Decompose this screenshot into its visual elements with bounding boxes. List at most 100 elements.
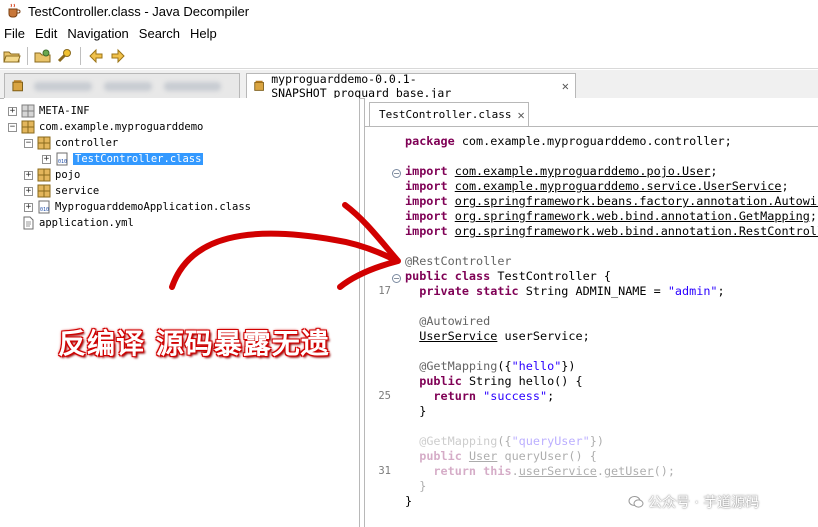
package-name: com.example.myproguarddemo.controller; — [461, 134, 732, 148]
tree-label: META-INF — [39, 105, 90, 117]
import-link[interactable]: org.springframework.web.bind.annotation.… — [455, 224, 818, 238]
method-link[interactable]: getUser — [604, 464, 654, 478]
string-literal: "hello" — [511, 359, 562, 373]
package-tree: + META-INF − com.example.myproguarddemo … — [4, 98, 360, 527]
toolbar-separator — [80, 47, 81, 65]
keyword: private static — [419, 284, 519, 298]
code-line-annotation: @GetMapping({"hello"}) — [405, 359, 576, 374]
annotation: @GetMapping — [419, 359, 498, 373]
overlay-caption: 反编译 源码暴露无遗 — [58, 327, 330, 360]
tree-label: pojo — [55, 169, 81, 181]
expand-toggle[interactable]: + — [8, 106, 17, 116]
menu-help[interactable]: Help — [186, 26, 223, 41]
file-icon — [23, 216, 34, 230]
semicolon: ; — [710, 164, 718, 178]
line-number: 31 — [378, 465, 391, 477]
forward-button[interactable] — [108, 46, 128, 66]
string-literal: "queryUser" — [511, 434, 590, 448]
import-link[interactable]: com.example.myproguarddemo.service.UserS… — [455, 179, 782, 193]
redacted-tab-label — [103, 81, 152, 91]
punctuation: }) — [589, 434, 604, 448]
menu-edit[interactable]: Edit — [31, 26, 63, 41]
code-line-field: private static String ADMIN_NAME = "admi… — [419, 284, 725, 298]
code-line-method-decl: public User queryUser() { — [405, 449, 597, 464]
class-file-icon: 010 — [38, 200, 50, 214]
code-view[interactable]: package com.example.myproguarddemo.contr… — [402, 127, 818, 527]
method-decl: queryUser() { — [497, 449, 597, 463]
expand-toggle[interactable]: + — [24, 202, 33, 212]
code-line-annotation: @Autowired — [405, 314, 490, 329]
search-button[interactable] — [55, 46, 75, 66]
toolbar-separator — [27, 47, 28, 65]
tree-label: controller — [55, 137, 119, 149]
code-line-annotation: @RestController — [405, 254, 512, 268]
tree-node-yml[interactable]: application.yml — [21, 215, 134, 231]
open-type-button[interactable] — [33, 46, 53, 66]
keyword: return — [433, 389, 477, 403]
tree-node-controller[interactable]: − controller — [24, 135, 118, 151]
toolbar — [0, 44, 818, 69]
import-link[interactable]: org.springframework.beans.factory.annota… — [455, 194, 818, 208]
open-file-button[interactable] — [2, 46, 22, 66]
line-number-gutter: − − 17 25 31 — [365, 127, 402, 527]
tree-node-meta-inf[interactable]: + META-INF — [8, 103, 90, 119]
code-line-package: package com.example.myproguarddemo.contr… — [405, 134, 732, 149]
type-link[interactable]: UserService — [419, 329, 497, 343]
string-literal: "admin" — [667, 284, 718, 298]
tree-label: com.example.myproguarddemo — [39, 121, 204, 133]
expand-toggle[interactable]: + — [42, 154, 51, 164]
tree-label: service — [55, 185, 100, 197]
menu-search[interactable]: Search — [135, 26, 186, 41]
tree-node-test-controller[interactable]: + 010 TestController.class — [42, 151, 204, 167]
semicolon: ; — [809, 209, 817, 223]
expand-toggle[interactable]: + — [24, 170, 33, 180]
fold-toggle-icon[interactable]: − — [392, 169, 401, 178]
import-link[interactable]: org.springframework.web.bind.annotation.… — [455, 209, 810, 223]
code-line-import: import org.springframework.web.bind.anno… — [405, 209, 817, 224]
jar-tab-active[interactable]: myproguarddemo-0.0.1-SNAPSHOT_proguard_b… — [246, 72, 576, 100]
field-link[interactable]: userService — [519, 464, 597, 478]
punctuation: . — [596, 464, 604, 478]
arrow-right-icon — [111, 48, 125, 64]
close-tab-icon[interactable]: ✕ — [562, 79, 569, 93]
menu-navigation[interactable]: Navigation — [63, 26, 134, 41]
tree-label-selected: TestController.class — [73, 153, 204, 165]
code-line-class-decl: public class TestController { — [405, 269, 611, 284]
keyword: import — [405, 194, 448, 208]
keyword: public class — [405, 269, 491, 283]
keyword: return — [433, 464, 477, 478]
annotation: @GetMapping — [419, 434, 498, 448]
tree-node-pojo[interactable]: + pojo — [24, 167, 80, 183]
close-tab-icon[interactable]: ✕ — [517, 108, 524, 122]
class-file-icon: 010 — [56, 152, 68, 166]
keyword: public — [419, 374, 462, 388]
tree-node-package[interactable]: − com.example.myproguarddemo — [8, 119, 203, 135]
jar-tab-blurred[interactable] — [4, 73, 240, 98]
keyword: import — [405, 224, 448, 238]
folder-open-icon — [3, 51, 21, 63]
flashlight-search-icon — [57, 49, 71, 63]
semicolon: ; — [781, 179, 789, 193]
code-line-import: import org.springframework.beans.factory… — [405, 194, 818, 209]
punctuation: }) — [561, 359, 576, 373]
redacted-tab-label — [163, 81, 221, 91]
source-tab[interactable]: 010 TestController.class ✕ — [369, 102, 529, 126]
collapse-toggle[interactable]: − — [8, 122, 17, 132]
tree-label: application.yml — [39, 217, 134, 229]
expand-toggle[interactable]: + — [24, 186, 33, 196]
field-decl: String ADMIN_NAME = — [518, 284, 668, 298]
menu-file[interactable]: File — [0, 26, 31, 41]
code-line-return: return "success"; — [433, 389, 555, 403]
coffee-cup-icon — [8, 3, 21, 18]
tree-node-service[interactable]: + service — [24, 183, 99, 199]
collapse-toggle[interactable]: − — [24, 138, 33, 148]
code-line-field: UserService userService; — [405, 329, 589, 344]
title-bar: TestController.class - Java Decompiler — [0, 0, 818, 22]
svg-text:010: 010 — [40, 207, 49, 213]
method-decl: String hello() { — [461, 374, 583, 388]
back-button[interactable] — [86, 46, 106, 66]
type-link[interactable]: User — [469, 449, 497, 463]
import-link[interactable]: com.example.myproguarddemo.pojo.User — [455, 164, 711, 178]
code-line-method-decl: public String hello() { — [405, 374, 583, 389]
code-line-close: } — [405, 404, 426, 419]
